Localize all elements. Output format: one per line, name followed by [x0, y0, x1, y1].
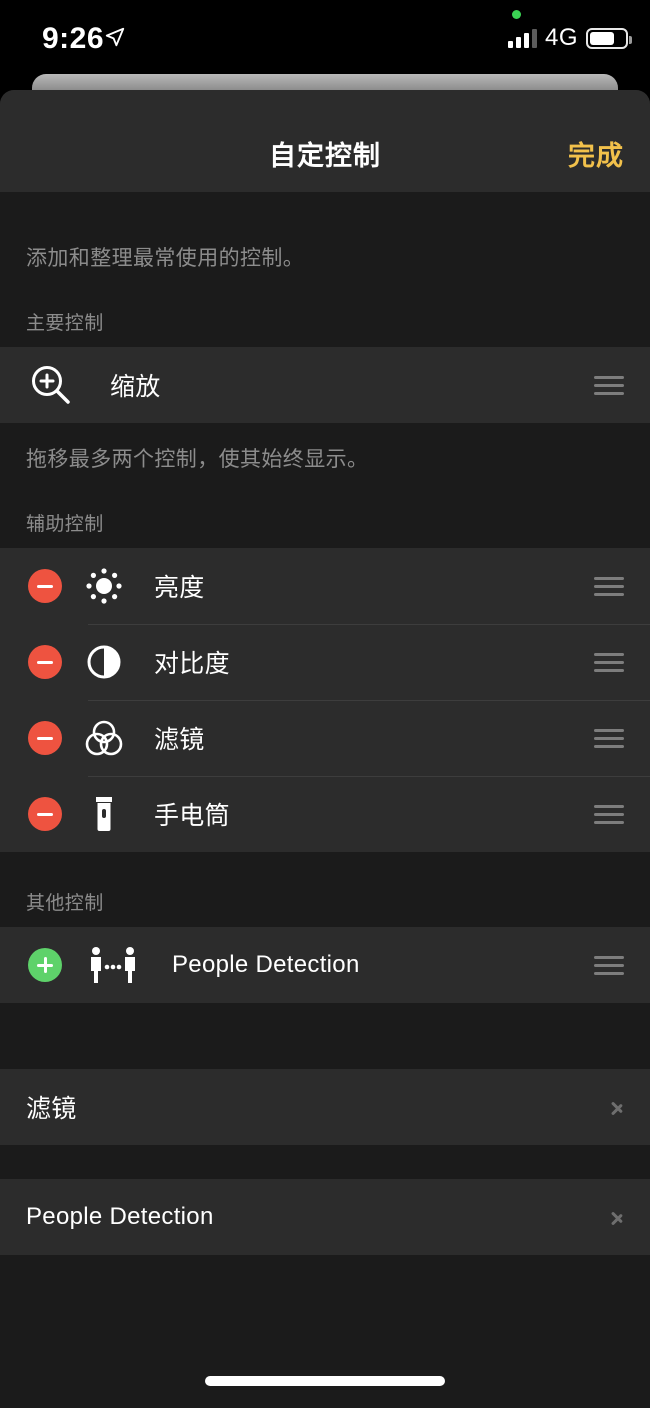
- control-row-zoom[interactable]: 缩放: [0, 347, 650, 423]
- flashlight-icon: [72, 791, 136, 837]
- home-indicator[interactable]: [205, 1376, 445, 1386]
- battery-icon: [586, 27, 632, 49]
- flashlight-label: 手电筒: [154, 802, 230, 830]
- people-detection-label: People Detection: [172, 951, 360, 978]
- remove-control-button[interactable]: [0, 645, 62, 679]
- location-arrow-icon: [105, 27, 125, 47]
- detail-row-label: People Detection: [0, 1203, 610, 1231]
- people-detection-detail-label: People Detection: [26, 1203, 214, 1230]
- network-type-label: 4G: [544, 24, 578, 51]
- drag-handle[interactable]: [594, 375, 624, 395]
- remove-control-button[interactable]: [0, 721, 62, 755]
- drag-handle[interactable]: [594, 955, 624, 975]
- minus-circle-icon: [28, 721, 62, 755]
- control-row-label: 缩放: [92, 367, 594, 403]
- contrast-label: 对比度: [154, 650, 230, 678]
- section-footer-primary: 拖移最多两个控制，使其始终显示。: [26, 448, 369, 471]
- section-header-more: 辅助控制: [26, 514, 104, 535]
- plus-circle-icon: [28, 948, 62, 982]
- done-button[interactable]: 完成: [568, 134, 624, 173]
- control-row-label: 对比度: [136, 644, 594, 680]
- control-row-brightness[interactable]: 亮度: [0, 548, 650, 624]
- drag-handle[interactable]: [594, 652, 624, 672]
- control-row-label: 滤镜: [136, 720, 594, 756]
- detail-row-color-filters[interactable]: 滤镜: [0, 1069, 650, 1145]
- customize-controls-sheet: 自定控制 完成 添加和整理最常使用的控制。 主要控制 缩放 拖移最多两个控制，使…: [0, 90, 650, 1408]
- section-gap: [0, 1145, 650, 1179]
- status-bar: 9:26 4G: [0, 0, 650, 72]
- contrast-circle-icon: [72, 640, 136, 684]
- add-control-button[interactable]: [0, 948, 62, 982]
- control-row-label: 亮度: [136, 568, 594, 604]
- chevron-right-icon: [610, 1205, 624, 1229]
- section-primary-controls: 缩放: [0, 347, 650, 423]
- section-other-controls: People Detection: [0, 927, 650, 1003]
- minus-circle-icon: [28, 797, 62, 831]
- green-privacy-dot-icon: [512, 10, 521, 19]
- control-row-color-filters[interactable]: 滤镜: [0, 700, 650, 776]
- section-gap: [0, 1003, 650, 1069]
- control-row-label: People Detection: [154, 951, 594, 979]
- remove-control-button[interactable]: [0, 797, 62, 831]
- drag-handle[interactable]: [594, 576, 624, 596]
- minus-circle-icon: [28, 569, 62, 603]
- color-filters-icon: [72, 716, 136, 760]
- section-more-controls: 亮度 对比度 滤镜 手电筒: [0, 548, 650, 852]
- control-row-flashlight[interactable]: 手电筒: [0, 776, 650, 852]
- control-row-contrast[interactable]: 对比度: [0, 624, 650, 700]
- signal-bars-icon: [507, 28, 537, 48]
- status-bar-time: 9:26: [42, 22, 105, 55]
- section-header-other: 其他控制: [26, 893, 104, 914]
- navigation-bar: 自定控制 完成: [0, 90, 650, 192]
- zoom-in-magnifier-icon: [10, 362, 92, 408]
- color-filters-label: 滤镜: [154, 726, 205, 754]
- detail-group-people-detection: People Detection: [0, 1179, 650, 1255]
- phone-screen: 9:26 4G 自定控制 完成 添加和整理最常使用的控制。 主要控制 缩放 拖移…: [0, 0, 650, 1408]
- detail-row-label: 滤镜: [0, 1089, 610, 1125]
- control-row-people-detection[interactable]: People Detection: [0, 927, 650, 1003]
- zoom-label: 缩放: [110, 373, 161, 401]
- color-filters-detail-label: 滤镜: [26, 1095, 77, 1123]
- detail-group-color-filters: 滤镜: [0, 1069, 650, 1145]
- status-bar-right: 4G: [507, 24, 632, 52]
- section-header-primary: 主要控制: [26, 313, 104, 334]
- people-detection-icon: [72, 943, 154, 987]
- drag-handle[interactable]: [594, 804, 624, 824]
- drag-handle[interactable]: [594, 728, 624, 748]
- brightness-sun-icon: [72, 563, 136, 609]
- control-row-label: 手电筒: [136, 796, 594, 832]
- settings-list: 添加和整理最常使用的控制。 主要控制 缩放 拖移最多两个控制，使其始终显示。 辅…: [0, 192, 650, 1255]
- brightness-label: 亮度: [154, 574, 205, 602]
- chevron-right-icon: [610, 1095, 624, 1119]
- list-description: 添加和整理最常使用的控制。: [26, 247, 305, 270]
- remove-control-button[interactable]: [0, 569, 62, 603]
- detail-row-people-detection[interactable]: People Detection: [0, 1179, 650, 1255]
- minus-circle-icon: [28, 645, 62, 679]
- page-title: 自定控制: [269, 141, 381, 171]
